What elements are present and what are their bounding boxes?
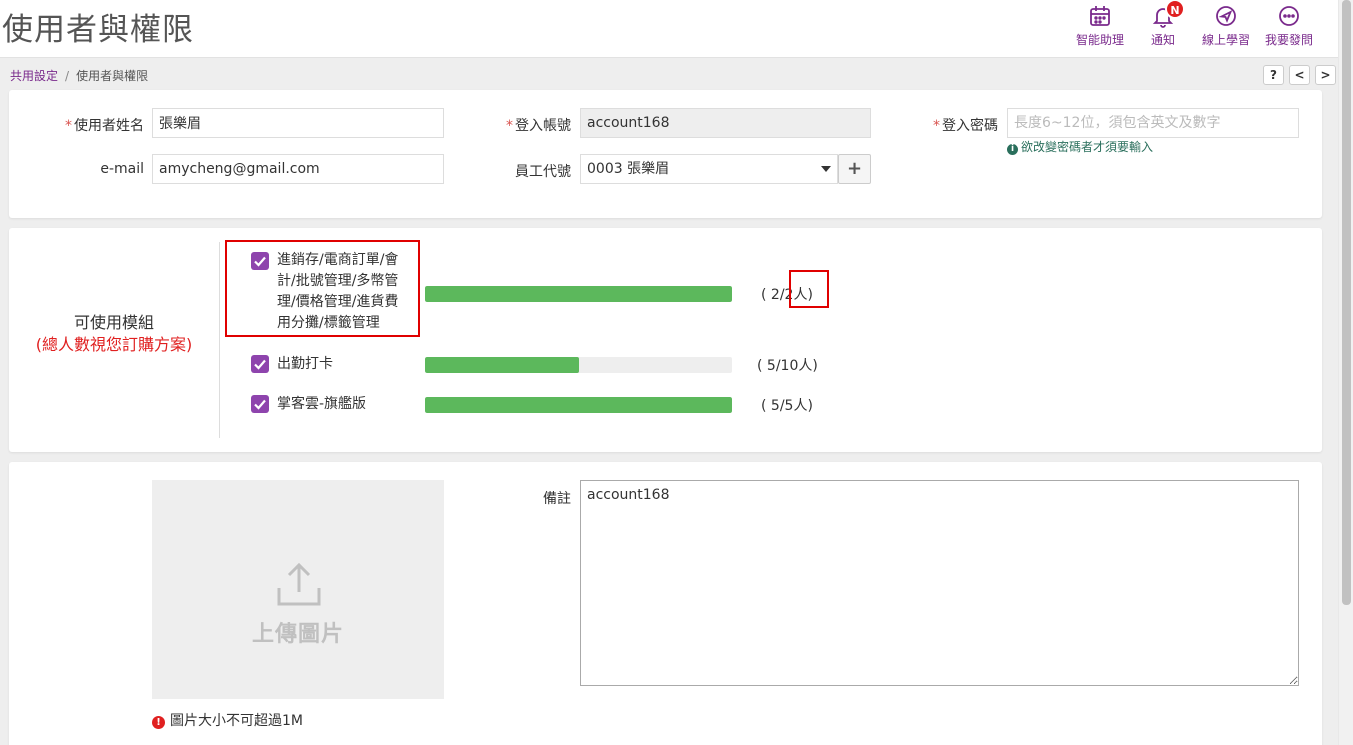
notification-badge: N: [1165, 0, 1185, 19]
user-name-label: * 使用者姓名: [65, 118, 144, 134]
smart-assistant-button[interactable]: 智能助理: [1068, 4, 1132, 48]
image-upload-area[interactable]: 上傳圖片: [152, 480, 444, 699]
remarks-textarea[interactable]: account168: [580, 480, 1299, 686]
bell-icon: N: [1151, 0, 1185, 28]
upload-size-warning: ! 圖片大小不可超過1M: [152, 710, 303, 730]
modules-divider: [219, 242, 220, 438]
module-count-crm: ( 5/5人): [761, 398, 813, 414]
email-label: e-mail: [100, 161, 144, 177]
employee-id-value: 0003 張樂眉: [587, 161, 670, 177]
module-name-crm: 掌客雲-旗艦版: [277, 396, 367, 412]
module-name-attendance: 出勤打卡: [277, 356, 333, 372]
module-progress-inventory: [425, 286, 732, 302]
smart-assistant-label: 智能助理: [1075, 33, 1124, 47]
employee-id-label: 員工代號: [515, 164, 571, 180]
upload-remarks-panel: 上傳圖片 ! 圖片大小不可超過1M 備註 account168: [9, 462, 1322, 745]
breadcrumb-current: 使用者與權限: [76, 69, 149, 83]
next-button[interactable]: >: [1315, 65, 1336, 85]
notification-button[interactable]: N 通知: [1131, 0, 1195, 48]
module-checkbox-attendance[interactable]: [251, 355, 269, 373]
prev-button[interactable]: <: [1289, 65, 1310, 85]
login-account-label: * 登入帳號: [506, 118, 571, 134]
online-learning-button[interactable]: 線上學習: [1194, 4, 1258, 48]
remarks-label: 備註: [543, 491, 571, 507]
notification-label: 通知: [1150, 33, 1175, 47]
modules-subtitle: (總人數視您訂購方案): [35, 335, 193, 354]
module-progress-attendance: [425, 357, 732, 373]
check-icon: [254, 359, 266, 370]
scrollbar-thumb[interactable]: [1342, 0, 1351, 605]
ask-question-button[interactable]: 我要發問: [1257, 4, 1321, 48]
modules-panel: 可使用模組 (總人數視您訂購方案) 進銷存/電商訂單/會計/批號管理/多幣管理/…: [9, 228, 1322, 452]
progress-fill: [425, 357, 579, 373]
employee-id-select[interactable]: 0003 張樂眉: [580, 154, 838, 184]
upload-icon: [277, 562, 321, 606]
account-form-panel: *使用者姓名 *登入帳號 account168 *登入密碼 i欲改變密碼者才須要…: [9, 90, 1322, 218]
chat-icon: [1277, 4, 1301, 28]
vertical-scrollbar[interactable]: [1338, 0, 1353, 745]
password-label: * 登入密碼: [933, 118, 998, 134]
module-checkbox-crm[interactable]: [251, 395, 269, 413]
help-button[interactable]: ?: [1263, 65, 1284, 85]
send-icon: [1214, 4, 1238, 28]
exclamation-icon: !: [152, 716, 165, 729]
module-progress-crm: [425, 397, 732, 413]
modules-title: 可使用模組 (總人數視您訂購方案): [9, 312, 219, 356]
ask-question-label: 我要發問: [1264, 33, 1313, 47]
progress-fill: [425, 286, 732, 302]
password-input[interactable]: [1007, 108, 1299, 138]
user-name-input[interactable]: [152, 108, 444, 138]
email-input[interactable]: [152, 154, 444, 184]
login-account-field: account168: [580, 108, 871, 138]
password-hint: i 欲改變密碼者才須要輸入: [1007, 138, 1153, 155]
caret-down-icon: [821, 166, 831, 172]
highlight-box-count: [789, 270, 829, 308]
page-nav-buttons: ? < >: [1263, 65, 1336, 85]
module-count-attendance: ( 5/10人): [757, 358, 818, 374]
highlight-box-module: [225, 240, 420, 337]
page-title: 使用者與權限: [2, 12, 194, 48]
add-employee-button[interactable]: +: [838, 154, 871, 184]
page-header: 使用者與權限 智能助理 N 通知 線上學習 我要發問: [0, 0, 1338, 58]
calendar-icon: [1088, 4, 1112, 28]
online-learning-label: 線上學習: [1201, 33, 1250, 47]
upload-label: 上傳圖片: [251, 622, 344, 647]
info-icon: i: [1007, 144, 1018, 155]
breadcrumb-parent-link[interactable]: 共用設定: [10, 69, 58, 83]
breadcrumb: 共用設定 / 使用者與權限: [10, 67, 148, 84]
progress-fill: [425, 397, 732, 413]
check-icon: [254, 399, 266, 410]
breadcrumb-separator: /: [65, 69, 70, 83]
